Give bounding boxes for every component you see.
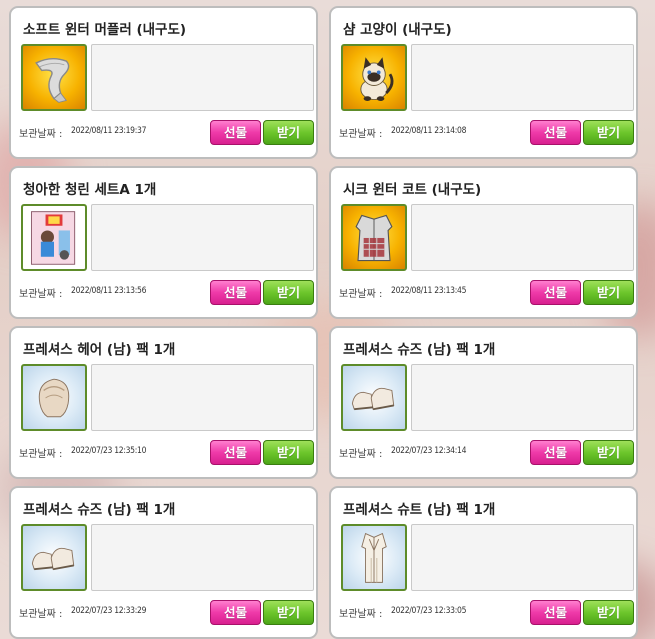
receive-button[interactable]: 받기 xyxy=(583,280,634,305)
item-title: 샴 고양이 (내구도) xyxy=(343,22,452,38)
shoes-icon xyxy=(341,364,407,431)
item-card: 샴 고양이 (내구도) 보관날짜 : 2022/08/11 23:14:08 선… xyxy=(329,6,638,159)
gift-button[interactable]: 선물 xyxy=(210,440,261,465)
item-description xyxy=(411,524,634,591)
stored-date: 2022/07/23 12:35:10 xyxy=(71,446,147,456)
gift-button[interactable]: 선물 xyxy=(530,600,581,625)
stored-date-label: 보관날짜 : xyxy=(339,609,383,620)
set-box-icon xyxy=(21,204,87,271)
item-card: 시크 윈터 코트 (내구도) 보관날짜 : 2022/08/11 23:13:4… xyxy=(329,166,638,319)
item-card: 프레셔스 슈즈 (남) 팩 1개 보관날짜 : 2022/07/23 12:34… xyxy=(329,326,638,479)
stored-date-label: 보관날짜 : xyxy=(339,449,383,460)
item-card: 청아한 청린 세트A 1개 보관날짜 : 2022/08/11 23:13:56… xyxy=(9,166,318,319)
siamese-cat-icon xyxy=(341,44,407,111)
stored-date-label: 보관날짜 : xyxy=(19,609,63,620)
stored-date-label: 보관날짜 : xyxy=(339,129,383,140)
stored-date: 2022/07/23 12:33:05 xyxy=(391,606,467,616)
item-title: 소프트 윈터 머플러 (내구도) xyxy=(23,22,187,38)
receive-button[interactable]: 받기 xyxy=(263,280,314,305)
suit-icon xyxy=(341,524,407,591)
item-storage-grid: 소프트 윈터 머플러 (내구도) 보관날짜 : 2022/08/11 23:19… xyxy=(0,0,655,639)
item-description xyxy=(411,204,634,271)
item-description xyxy=(411,44,634,111)
stored-date-label: 보관날짜 : xyxy=(19,129,63,140)
item-title: 시크 윈터 코트 (내구도) xyxy=(343,182,482,198)
stored-date-label: 보관날짜 : xyxy=(19,289,63,300)
item-description xyxy=(91,364,314,431)
item-title: 프레셔스 슈즈 (남) 팩 1개 xyxy=(343,342,496,358)
receive-button[interactable]: 받기 xyxy=(263,120,314,145)
item-title: 프레셔스 슈즈 (남) 팩 1개 xyxy=(23,502,176,518)
winter-coat-icon xyxy=(341,204,407,271)
gift-button[interactable]: 선물 xyxy=(530,280,581,305)
gift-button[interactable]: 선물 xyxy=(210,280,261,305)
gift-button[interactable]: 선물 xyxy=(530,120,581,145)
receive-button[interactable]: 받기 xyxy=(263,440,314,465)
item-card: 프레셔스 헤어 (남) 팩 1개 보관날짜 : 2022/07/23 12:35… xyxy=(9,326,318,479)
item-description xyxy=(91,524,314,591)
gift-button[interactable]: 선물 xyxy=(530,440,581,465)
receive-button[interactable]: 받기 xyxy=(583,600,634,625)
receive-button[interactable]: 받기 xyxy=(583,440,634,465)
gift-button[interactable]: 선물 xyxy=(210,120,261,145)
receive-button[interactable]: 받기 xyxy=(583,120,634,145)
stored-date: 2022/08/11 23:13:56 xyxy=(71,286,147,296)
item-description xyxy=(91,44,314,111)
hair-icon xyxy=(21,364,87,431)
item-description xyxy=(91,204,314,271)
stored-date: 2022/07/23 12:34:14 xyxy=(391,446,467,456)
item-card: 소프트 윈터 머플러 (내구도) 보관날짜 : 2022/08/11 23:19… xyxy=(9,6,318,159)
stored-date: 2022/08/11 23:14:08 xyxy=(391,126,467,136)
item-title: 프레셔스 헤어 (남) 팩 1개 xyxy=(23,342,176,358)
item-description xyxy=(411,364,634,431)
muffler-icon xyxy=(21,44,87,111)
stored-date: 2022/08/11 23:13:45 xyxy=(391,286,467,296)
item-card: 프레셔스 슈즈 (남) 팩 1개 보관날짜 : 2022/07/23 12:33… xyxy=(9,486,318,639)
item-card: 프레셔스 슈트 (남) 팩 1개 보관날짜 : 2022/07/23 12:33… xyxy=(329,486,638,639)
stored-date: 2022/07/23 12:33:29 xyxy=(71,606,147,616)
item-title: 프레셔스 슈트 (남) 팩 1개 xyxy=(343,502,496,518)
stored-date-label: 보관날짜 : xyxy=(339,289,383,300)
receive-button[interactable]: 받기 xyxy=(263,600,314,625)
item-title: 청아한 청린 세트A 1개 xyxy=(23,182,157,198)
stored-date: 2022/08/11 23:19:37 xyxy=(71,126,147,136)
shoes-icon xyxy=(21,524,87,591)
gift-button[interactable]: 선물 xyxy=(210,600,261,625)
stored-date-label: 보관날짜 : xyxy=(19,449,63,460)
